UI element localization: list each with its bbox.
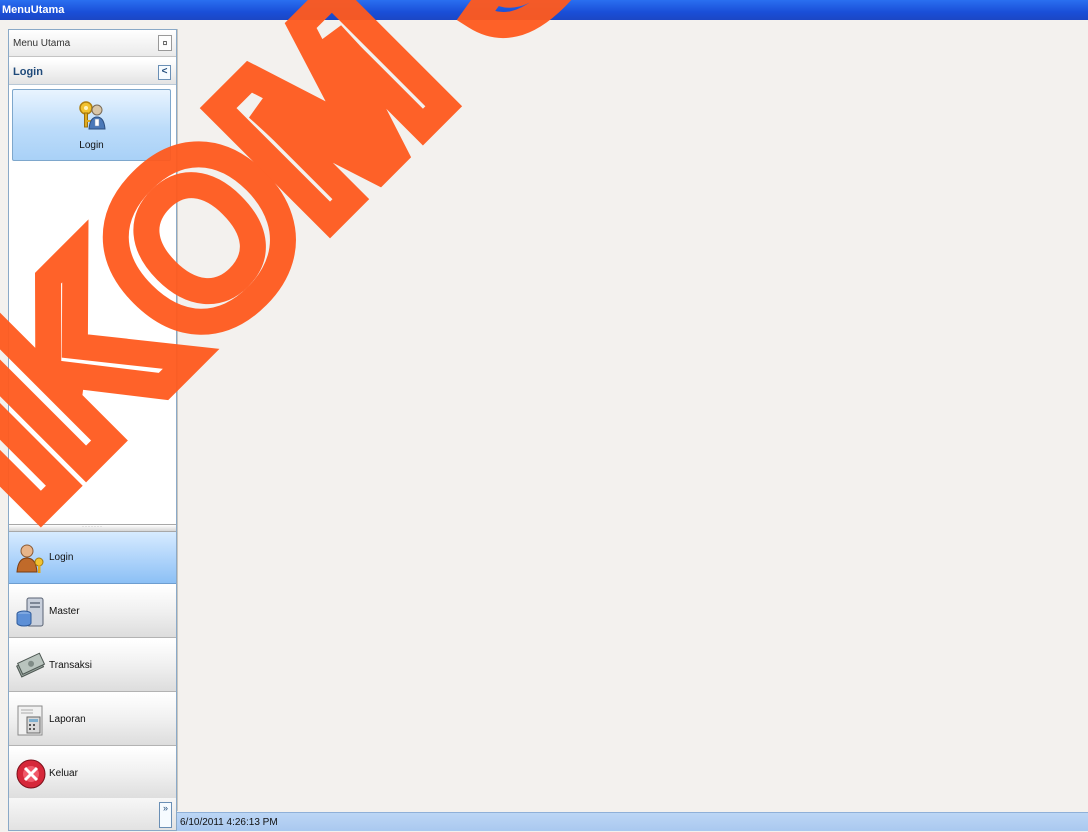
nav-button-login[interactable]: Login [9, 532, 176, 584]
pin-icon[interactable]: ¤ [158, 35, 172, 51]
overflow-strip: » [9, 798, 176, 830]
database-server-icon [16, 597, 44, 627]
nav-label-keluar: Keluar [49, 768, 78, 779]
status-datetime: 6/10/2011 4:26:13 PM [180, 817, 278, 828]
status-bar: 6/10/2011 4:26:13 PM [177, 812, 1088, 831]
login-tile-button[interactable]: Login [12, 89, 171, 161]
chevron-double-icon[interactable]: » [159, 802, 172, 828]
navigation-sidebar: Menu Utama ¤ Login < Login ······· Login… [8, 29, 177, 831]
window-title: MenuUtama [0, 0, 1088, 20]
collapse-icon[interactable]: < [158, 65, 171, 80]
splitter-handle[interactable]: ······· [9, 524, 176, 532]
user-key-icon [16, 544, 44, 573]
nav-button-laporan[interactable]: Laporan [9, 694, 176, 746]
group-title: Login [13, 66, 43, 78]
money-icon [16, 652, 46, 678]
sidebar-title: Menu Utama [13, 38, 71, 49]
nav-label-transaksi: Transaksi [49, 660, 92, 671]
nav-label-master: Master [49, 606, 80, 617]
nav-button-master[interactable]: Master [9, 586, 176, 638]
login-tile-label: Login [79, 140, 104, 151]
nav-button-transaksi[interactable]: Transaksi [9, 640, 176, 692]
keys-user-icon [79, 101, 106, 130]
group-items-area: Login [9, 87, 176, 524]
group-header-login[interactable]: Login < [9, 60, 176, 85]
nav-button-keluar[interactable]: Keluar [9, 748, 176, 800]
sidebar-header: Menu Utama ¤ [9, 30, 176, 57]
nav-label-laporan: Laporan [49, 714, 86, 725]
calculator-icon [17, 705, 43, 736]
exit-icon [16, 759, 46, 789]
main-content-area [177, 29, 1088, 811]
nav-label-login: Login [49, 552, 74, 563]
